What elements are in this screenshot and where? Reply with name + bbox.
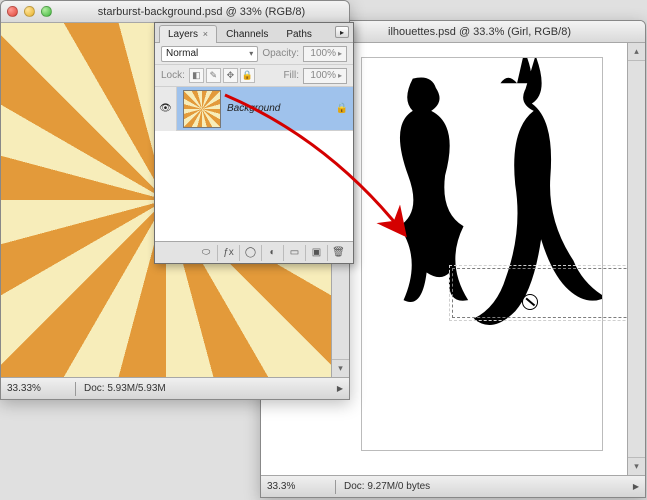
link-layers-button[interactable]: ⬭ bbox=[195, 245, 217, 261]
artboard[interactable] bbox=[361, 57, 603, 451]
status-bar: 33.33% Doc: 5.93M/5.93M ▶ bbox=[1, 377, 349, 399]
lock-position-button[interactable]: ✥ bbox=[223, 68, 238, 83]
doc-info: Doc: 5.93M/5.93M bbox=[84, 383, 327, 394]
tab-paths[interactable]: Paths bbox=[277, 25, 321, 43]
blend-opacity-row: Normal ▾ Opacity: 100% ▸ bbox=[155, 43, 353, 65]
visibility-toggle[interactable]: 👁 bbox=[155, 87, 177, 131]
tab-layers[interactable]: Layers × bbox=[159, 25, 217, 43]
layer-list[interactable]: 👁 Background 🔒 bbox=[155, 87, 353, 241]
panel-footer: ⬭ ƒx ◯ ◐ ▭ ▣ 🗑 bbox=[155, 241, 353, 263]
no-drop-cursor-icon bbox=[522, 294, 538, 310]
new-layer-button[interactable]: ▣ bbox=[305, 245, 327, 261]
opacity-field[interactable]: 100% ▸ bbox=[303, 46, 347, 62]
close-button[interactable] bbox=[7, 6, 18, 17]
scroll-up-button[interactable]: ▴ bbox=[628, 43, 645, 61]
minimize-button[interactable] bbox=[24, 6, 35, 17]
layers-panel[interactable]: Layers × Channels Paths ▸ Normal ▾ Opaci… bbox=[154, 22, 354, 264]
traffic-lights bbox=[7, 6, 52, 17]
lock-transparency-button[interactable]: ◧ bbox=[189, 68, 204, 83]
tab-label: Paths bbox=[286, 29, 312, 40]
blend-mode-value: Normal bbox=[166, 48, 198, 59]
status-bar: 33.3% Doc: 9.27M/0 bytes ▶ bbox=[261, 475, 645, 497]
zoom-button[interactable] bbox=[41, 6, 52, 17]
tab-label: Channels bbox=[226, 29, 268, 40]
zoom-level[interactable]: 33.33% bbox=[7, 383, 67, 394]
layer-name[interactable]: Background bbox=[227, 103, 331, 114]
chevron-right-icon: ▸ bbox=[338, 49, 342, 58]
chevron-down-icon: ▾ bbox=[249, 49, 253, 58]
lock-buttons: ◧ ✎ ✥ 🔒 bbox=[189, 68, 255, 83]
divider bbox=[75, 382, 76, 396]
lock-all-button[interactable]: 🔒 bbox=[240, 68, 255, 83]
blend-mode-select[interactable]: Normal ▾ bbox=[161, 46, 258, 62]
close-icon[interactable]: × bbox=[203, 29, 208, 39]
doc-info-menu-icon[interactable]: ▶ bbox=[337, 384, 343, 393]
group-button[interactable]: ▭ bbox=[283, 245, 305, 261]
panel-tabs: Layers × Channels Paths ▸ bbox=[155, 23, 353, 43]
opacity-value: 100% bbox=[310, 48, 336, 59]
fill-value: 100% bbox=[310, 70, 336, 81]
window-titlebar[interactable]: starburst-background.psd @ 33% (RGB/8) bbox=[1, 1, 349, 23]
drop-target-marquee bbox=[452, 268, 646, 318]
doc-info: Doc: 9.27M/0 bytes bbox=[344, 481, 623, 492]
chevron-right-icon: ▸ bbox=[338, 71, 342, 80]
opacity-label: Opacity: bbox=[262, 48, 299, 59]
layer-mask-button[interactable]: ◯ bbox=[239, 245, 261, 261]
eye-icon: 👁 bbox=[159, 103, 172, 114]
tab-channels[interactable]: Channels bbox=[217, 25, 277, 43]
lock-pixels-button[interactable]: ✎ bbox=[206, 68, 221, 83]
doc-info-menu-icon[interactable]: ▶ bbox=[633, 482, 639, 491]
window-title: starburst-background.psd @ 33% (RGB/8) bbox=[60, 6, 343, 18]
scroll-down-button[interactable]: ▾ bbox=[628, 457, 645, 475]
panel-menu-button[interactable]: ▸ bbox=[335, 26, 349, 38]
lock-label: Lock: bbox=[161, 70, 185, 81]
fill-field[interactable]: 100% ▸ bbox=[303, 68, 347, 84]
vertical-scrollbar[interactable]: ▴ ▾ bbox=[627, 43, 645, 475]
divider bbox=[335, 480, 336, 494]
scroll-down-button[interactable]: ▾ bbox=[332, 359, 349, 377]
delete-layer-button[interactable]: 🗑 bbox=[327, 245, 349, 261]
tab-label: Layers bbox=[168, 29, 198, 40]
silhouette-art bbox=[362, 58, 602, 450]
lock-fill-row: Lock: ◧ ✎ ✥ 🔒 Fill: 100% ▸ bbox=[155, 65, 353, 87]
zoom-level[interactable]: 33.3% bbox=[267, 481, 327, 492]
lock-icon: 🔒 bbox=[331, 103, 353, 114]
fill-label: Fill: bbox=[283, 70, 299, 81]
window-title: ilhouettes.psd @ 33.3% (Girl, RGB/8) bbox=[320, 26, 639, 38]
layer-row-background[interactable]: 👁 Background 🔒 bbox=[155, 87, 353, 131]
adjustment-layer-button[interactable]: ◐ bbox=[261, 245, 283, 261]
layer-style-button[interactable]: ƒx bbox=[217, 245, 239, 261]
layer-thumbnail[interactable] bbox=[183, 90, 221, 128]
